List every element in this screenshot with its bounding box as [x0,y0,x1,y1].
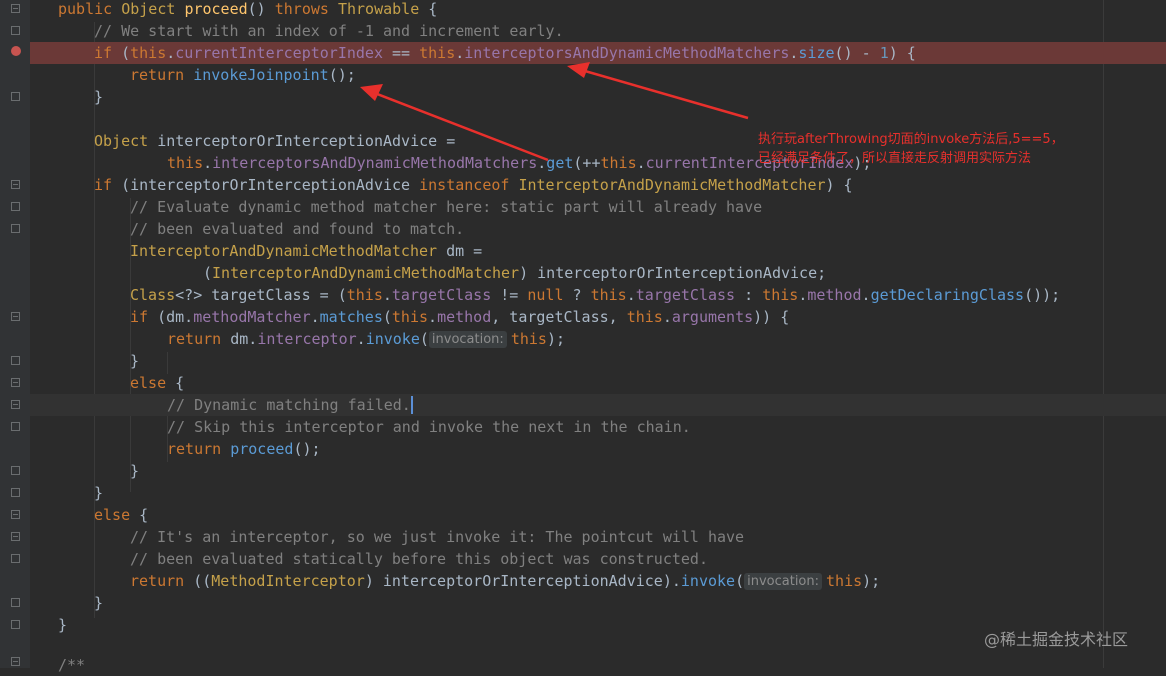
arrow-to-invokejoinpoint [360,84,549,162]
annotation-arrows [360,62,749,162]
annotation-line: 执行玩afterThrowing切面的invoke方法后,5==5， [758,132,1064,147]
watermark: @稀土掘金技术社区 [984,630,1129,649]
annotation-line: 已经满足条件了，所以直接走反射调用实际方法 [758,151,1032,166]
annotation-note: 执行玩afterThrowing切面的invoke方法后,5==5， 已经满足条… [758,130,1064,168]
arrow-to-condition [567,62,749,120]
